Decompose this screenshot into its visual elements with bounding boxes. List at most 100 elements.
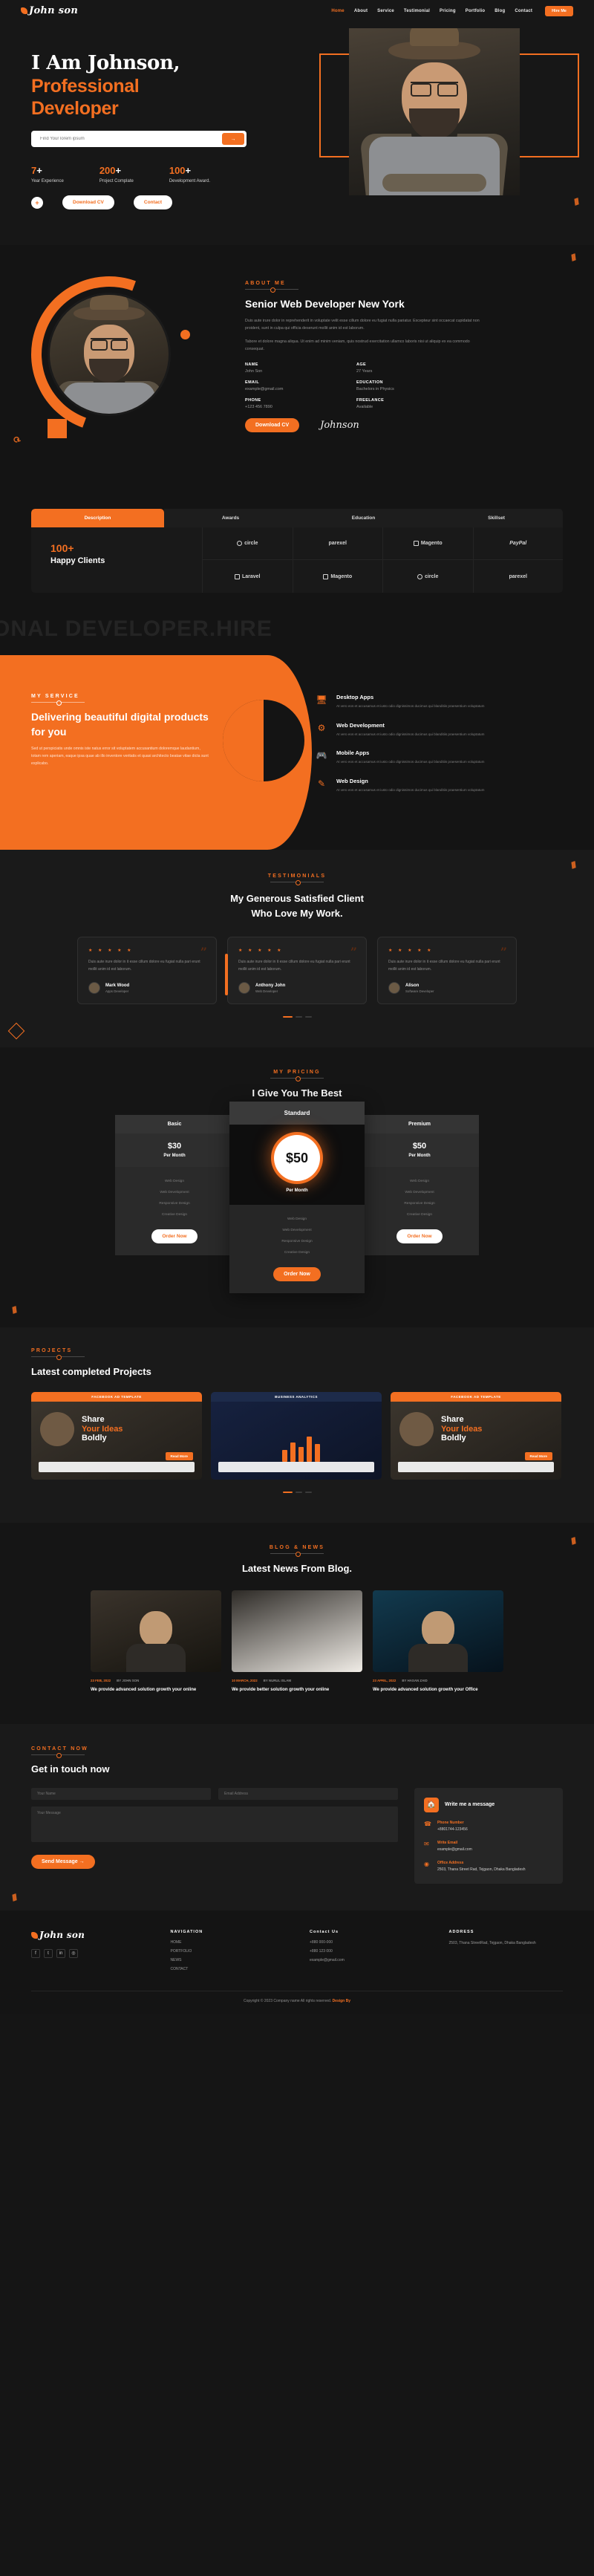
nav-item-home[interactable]: Home [331,9,344,13]
service-section: MY SERVICE Delivering beautiful digital … [0,655,594,850]
contact-panel-title: Write me a message [445,1802,495,1808]
project-card[interactable]: BUSINESS ANALYTICS [211,1392,382,1480]
blog-card-title: We provide better solution growth your o… [232,1688,330,1692]
nav-item-contact[interactable]: Contact [515,9,532,13]
project-card[interactable]: FACEBOOK AD TEMPLATE Share Your Ideas Bold… [31,1392,202,1480]
footer-columns: John son f t in ◎ NAVIGATION HOME PORTFO… [31,1930,563,1976]
testimonial-author: Mark Wood Apps Developer [88,982,206,994]
nav-item-portfolio[interactable]: Portfolio [466,9,485,13]
service-title: Delivering beautiful digital products fo… [31,711,209,738]
client-logo-grid: circle parexel Magento PayPal Laravel Ma… [202,527,563,593]
nav-item-service[interactable]: Service [377,9,394,13]
client-logo-parexel-2: parexel [472,560,564,593]
search-submit-button[interactable]: → [222,133,244,146]
carousel-dot-active[interactable] [282,1492,293,1493]
top-navigation-bar: John son Home About Service Testimonial … [0,0,594,16]
stat-0-plus: + [36,165,42,177]
logo-mark-icon [31,1931,38,1939]
projects-title: Latest completed Projects [31,1366,151,1377]
testimonial-card: ” ★ ★ ★ ★ ★ Duis aute irure dolor in it … [77,937,217,1004]
nav-item-blog[interactable]: Blog [495,9,505,13]
name-input[interactable] [31,1787,211,1800]
project-cards: FACEBOOK AD TEMPLATE Share Your Ideas Bold… [0,1392,594,1480]
testimonial-title-line1: My Generous Satisfied Client [230,893,364,904]
order-now-button[interactable]: Order Now [273,1267,321,1281]
blog-card[interactable]: 23 FEB, 2022 BY JOHN SON We provide advan… [91,1590,221,1694]
search-input[interactable] [40,137,222,142]
footer-navigation-column: NAVIGATION HOME PORTFOLIO NEWS CONTACT [171,1930,285,1976]
main-nav: Home About Service Testimonial Pricing P… [331,5,573,16]
service-item-web-design[interactable]: ✎ Web Design At vero eos et accusamus et … [316,778,561,794]
footer-address-text: 2503, Thana StreetRad, Tejgaon, Dhaka Ba… [448,1940,536,1945]
info-item-email: EMAIL example@gmail.com [245,380,284,392]
linkedin-icon[interactable]: in [56,1948,65,1958]
scribble-decoration-icon: //// [10,1304,18,1316]
footer-link-home[interactable]: HOME [171,1940,285,1945]
info-item-phone: PHONE +123 456 7890 [245,398,272,410]
nav-item-testimonial[interactable]: Testimonial [404,9,430,13]
footer-link-news[interactable]: NEWS [171,1958,285,1962]
hero-download-cv-button[interactable]: Download CV [62,195,114,210]
carousel-dot-active[interactable] [282,1016,293,1018]
blog-thumbnail [232,1590,362,1672]
testimonial-section: TESTIMONIALS My Generous Satisfied Clien… [0,850,594,1047]
nav-item-about[interactable]: About [354,9,368,13]
tab-education[interactable]: Education [297,509,430,527]
instagram-icon[interactable]: ◎ [69,1948,78,1958]
twitter-icon[interactable]: t [44,1948,53,1958]
client-logo-magento: Magento [382,527,473,560]
project-read-more-button[interactable]: Read More [165,1452,193,1460]
carousel-dot[interactable] [295,1016,302,1018]
hero-stats: 7+ Year Experience 200+ Project Complate… [31,165,284,183]
blog-card[interactable]: 23 APRIL, 2022 BY HASAN ZAID We provide a… [373,1590,503,1694]
footer-link-portfolio[interactable]: PORTFOLIO [171,1949,285,1954]
carousel-dot[interactable] [304,1492,312,1493]
footer-phone-2[interactable]: +880 123 000 [310,1949,424,1954]
blog-card[interactable]: 10 MARCH, 2022 BY NURUL ISLAM We provide … [232,1590,362,1694]
blog-meta: 10 MARCH, 2022 BY NURUL ISLAM [232,1679,292,1682]
footer-link-contact[interactable]: CONTACT [171,1967,285,1971]
testimonial-title-line2: Who Love My Work. [251,907,343,919]
projects-section: PROJECTS Latest completed Projects FACEB… [0,1327,594,1523]
send-message-button[interactable]: Send Message → [31,1854,95,1869]
plus-icon-button[interactable]: + [31,196,43,209]
ring-square-decoration [48,419,67,438]
project-caption-bar [39,1462,195,1472]
order-now-button[interactable]: Order Now [151,1229,198,1243]
footer-phone-1[interactable]: +880 000-000 [310,1940,424,1945]
email-input[interactable] [218,1787,398,1800]
footer-logo[interactable]: John son [31,1930,146,1940]
tab-awards[interactable]: Awards [164,509,297,527]
about-download-cv-button[interactable]: Download CV [245,418,300,433]
tab-description[interactable]: Description [31,509,164,527]
carousel-dot[interactable] [295,1492,302,1493]
project-card[interactable]: FACEBOOK AD TEMPLATE Share Your Ideas Bold… [391,1392,561,1480]
carousel-dot[interactable] [304,1016,312,1018]
order-now-button[interactable]: Order Now [396,1229,443,1243]
message-textarea[interactable] [31,1806,398,1842]
about-paragraph-2: Tabore et dolore magna aliqua. Ut enim a… [245,339,470,352]
site-logo[interactable]: John son [21,5,78,16]
tab-skillset[interactable]: Skillset [430,509,563,527]
service-item-desktop-apps[interactable]: 🖥 Desktop Apps At vero eos et accusamus e… [316,694,561,710]
quote-icon: ” [350,945,357,959]
stat-year-experience: 7+ Year Experience [31,165,64,183]
facebook-icon[interactable]: f [31,1948,40,1958]
blog-meta: 23 APRIL, 2022 BY HASAN ZAID [373,1679,428,1682]
service-item-mobile-apps[interactable]: 🎮 Mobile Apps At vero eos et accusamus et… [316,749,561,766]
contact-item-email: ✉ Write Email example@gmail.com [424,1840,472,1852]
hero-title: I Am Johnson, Professional Developer [31,52,284,120]
footer-email[interactable]: example@gmail.com [310,1958,424,1962]
client-logo-paypal: PayPal [472,527,563,560]
nav-item-pricing[interactable]: Pricing [440,9,456,13]
hero-search-box[interactable]: → [31,131,247,148]
label-rule-decoration [245,287,298,293]
code-icon: ⚙ [317,722,326,733]
carousel-dots [0,1016,594,1018]
hero-contact-button[interactable]: Contact [133,195,173,210]
hire-me-button[interactable]: Hire Me [545,5,573,16]
swirl-decoration-icon: ⟳ [11,433,22,446]
avatar [88,982,100,994]
project-read-more-button[interactable]: Read More [524,1452,552,1460]
service-item-web-development[interactable]: ⚙ Web Development At vero eos et accusamu… [316,722,561,738]
